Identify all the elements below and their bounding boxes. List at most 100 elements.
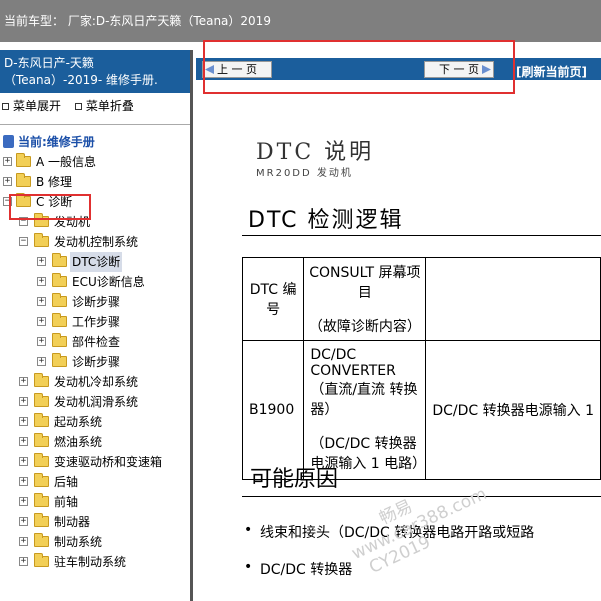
folder-icon — [16, 173, 31, 187]
folder-icon — [34, 413, 49, 427]
expand-plus-icon[interactable]: + — [37, 337, 46, 346]
consult-item-line1: DC/DC CONVERTER（直流/直流 转换器） — [310, 347, 418, 418]
dtc-table: DTC 编号 CONSULT 屏幕项目 （故障诊断内容） B1900 DC/DC… — [241, 257, 601, 480]
tree-item-diag-steps[interactable]: + 诊断步骤 — [0, 292, 190, 312]
folder-icon — [34, 393, 49, 407]
expand-plus-icon[interactable]: + — [37, 317, 46, 326]
folder-icon — [52, 273, 67, 287]
tree-item-dtc-diagnosis[interactable]: + DTC诊断 — [0, 252, 190, 272]
doc-title: DTC 说明 — [256, 140, 375, 165]
folder-icon — [52, 333, 67, 347]
expand-plus-icon[interactable]: + — [19, 497, 28, 506]
folder-icon — [34, 553, 49, 567]
tree-item-label: 工作步骤 — [72, 315, 121, 329]
current-vehicle-text: 当前车型： 厂家:D-东风日产天籁（Teana）2019 — [4, 14, 271, 28]
expand-plus-icon[interactable]: + — [37, 277, 46, 286]
tree-item-brake-system[interactable]: + 制动系统 — [0, 532, 190, 552]
tree-item-label: DTC诊断 — [70, 252, 123, 272]
content-pane: 上 一 页 下 一 页 [刷新当前页] DTC 说明 MR20DD 发动机 DT… — [196, 50, 601, 601]
tree-item-diag-steps-2[interactable]: + 诊断步骤 — [0, 352, 190, 372]
tree-item-label: ECU诊断信息 — [72, 275, 145, 289]
tree-item-component-check[interactable]: + 部件检查 — [0, 332, 190, 352]
tree-item-label: 变速驱动桥和变速箱 — [54, 455, 163, 469]
collapse-minus-icon[interactable]: − — [19, 237, 28, 246]
expand-plus-icon[interactable]: + — [19, 557, 28, 566]
folder-icon — [52, 293, 67, 307]
sidebar-header: D-东风日产-天籁 （Teana）-2019- 维修手册. — [0, 50, 190, 93]
expand-plus-icon[interactable]: + — [19, 397, 28, 406]
refresh-page-link[interactable]: [刷新当前页] — [516, 63, 587, 80]
tree-item-repair[interactable]: + B 修理 — [0, 172, 190, 192]
folder-icon — [52, 313, 67, 327]
expand-plus-icon[interactable]: + — [19, 417, 28, 426]
header-dtc-number: DTC 编号 — [241, 257, 305, 341]
tree-item-general-info[interactable]: + A 一般信息 — [0, 152, 190, 172]
tree-item-engine-cooling[interactable]: + 发动机冷却系统 — [0, 372, 190, 392]
collapse-menu-label: 菜单折叠 — [85, 99, 134, 113]
tree-item-engine-lubrication[interactable]: + 发动机润滑系统 — [0, 392, 190, 412]
tree-item-work-steps[interactable]: + 工作步骤 — [0, 312, 190, 332]
tree-item-label: 诊断步骤 — [72, 295, 121, 309]
highlight-box-nav — [203, 40, 515, 94]
expand-plus-icon[interactable]: + — [37, 357, 46, 366]
expand-plus-icon[interactable]: + — [19, 537, 28, 546]
tree-item-fuel[interactable]: + 燃油系统 — [0, 432, 190, 452]
expand-plus-icon[interactable]: + — [19, 377, 28, 386]
expand-plus-icon[interactable]: + — [3, 157, 12, 166]
consult-item-cell: DC/DC CONVERTER（直流/直流 转换器） （DC/DC 转换器电源输… — [303, 340, 427, 480]
expand-menu-label: 菜单展开 — [13, 99, 62, 113]
tree-item-label: B 修理 — [36, 175, 73, 189]
square-icon — [74, 102, 82, 110]
tree-item-rear-axle[interactable]: + 后轴 — [0, 472, 190, 492]
expand-plus-icon[interactable]: + — [19, 477, 28, 486]
tree-item-label: 制动器 — [54, 515, 91, 529]
tree-item-brakes[interactable]: + 制动器 — [0, 512, 190, 532]
expand-plus-icon[interactable]: + — [19, 517, 28, 526]
tree-item-label: A 一般信息 — [36, 155, 97, 169]
top-title-bar: 当前车型： 厂家:D-东风日产天籁（Teana）2019 — [0, 0, 601, 42]
section-heading-possible-causes: 可能原因 — [250, 467, 339, 492]
tree-item-ecu-info[interactable]: + ECU诊断信息 — [0, 272, 190, 292]
tree-item-label: 后轴 — [54, 475, 79, 489]
tree-item-engine-control[interactable]: − 发动机控制系统 — [0, 232, 190, 252]
tree-root[interactable]: 当前:维修手册 — [0, 132, 190, 152]
folder-icon — [34, 513, 49, 527]
tree-item-parking-brake[interactable]: + 驻车制动系统 — [0, 552, 190, 572]
expand-plus-icon[interactable]: + — [3, 177, 12, 186]
folder-icon — [34, 473, 49, 487]
tree-item-label: 诊断步骤 — [72, 355, 121, 369]
header-col3 — [425, 257, 601, 341]
doc-subtitle: MR20DD 发动机 — [256, 168, 353, 179]
expand-plus-icon[interactable]: + — [19, 457, 28, 466]
tree-item-label: 部件检查 — [72, 335, 121, 349]
tree-item-transaxle[interactable]: + 变速驱动桥和变速箱 — [0, 452, 190, 472]
expand-plus-icon[interactable]: + — [37, 257, 46, 266]
highlight-box-diagnosis — [9, 194, 91, 220]
menu-ops: 菜单展开 菜单折叠 — [0, 93, 190, 125]
tree-item-front-axle[interactable]: + 前轴 — [0, 492, 190, 512]
expand-menu-button[interactable]: 菜单展开 — [0, 97, 61, 114]
tree-item-label: 起动系统 — [54, 415, 103, 429]
collapse-menu-button[interactable]: 菜单折叠 — [73, 97, 134, 114]
expand-plus-icon[interactable]: + — [37, 297, 46, 306]
folder-icon — [52, 253, 67, 267]
sidebar: D-东风日产-天籁 （Teana）-2019- 维修手册. 菜单展开 菜单折叠 … — [0, 50, 193, 601]
square-icon — [2, 102, 9, 110]
expand-plus-icon[interactable]: + — [19, 437, 28, 446]
tree-item-label: 前轴 — [54, 495, 79, 509]
manual-title-line2: （Teana）-2019- 维修手册. — [4, 73, 158, 87]
folder-icon — [52, 353, 67, 367]
tree-item-starting[interactable]: + 起动系统 — [0, 412, 190, 432]
tree-item-label: 发动机冷却系统 — [54, 375, 139, 389]
section-rule — [242, 496, 601, 497]
tree-item-label: 制动系统 — [54, 535, 103, 549]
folder-icon — [34, 373, 49, 387]
folder-icon — [34, 453, 49, 467]
tree-item-label: 发动机控制系统 — [54, 235, 139, 249]
bullet-item: DC/DC 转换器 — [244, 559, 352, 579]
dtc-code-cell: B1900 — [241, 340, 305, 480]
header-consult-line1: CONSULT 屏幕项目 — [309, 265, 421, 301]
section-heading-dtc-logic: DTC 检测逻辑 — [248, 208, 404, 233]
folder-icon — [34, 493, 49, 507]
folder-open-icon — [34, 233, 49, 247]
